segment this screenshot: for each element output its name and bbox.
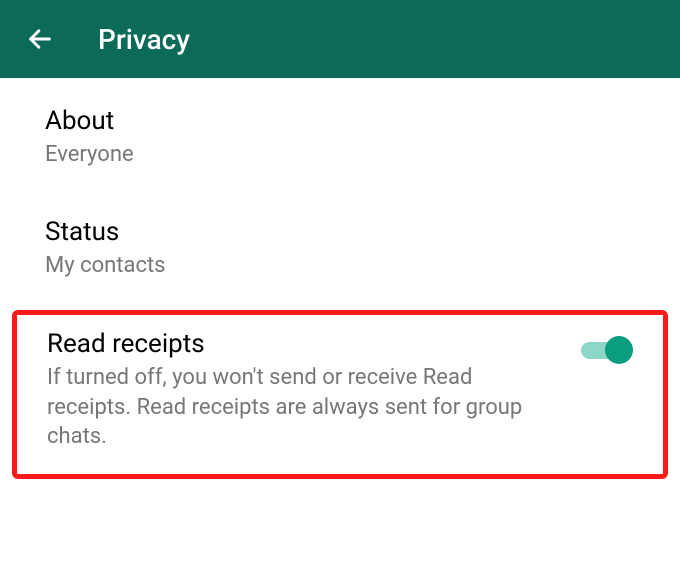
setting-about-title: About: [45, 106, 635, 136]
read-receipts-title: Read receipts: [47, 329, 561, 359]
setting-read-receipts[interactable]: Read receipts If turned off, you won't s…: [47, 329, 633, 452]
settings-list: About Everyone Status My contacts Read r…: [0, 78, 680, 479]
setting-about-value: Everyone: [45, 142, 635, 167]
app-header: Privacy: [0, 0, 680, 78]
read-receipts-description: If turned off, you won't send or receive…: [47, 363, 561, 452]
setting-status-title: Status: [45, 217, 635, 247]
setting-status-value: My contacts: [45, 253, 635, 278]
toggle-thumb: [605, 336, 633, 364]
page-title: Privacy: [98, 23, 190, 56]
back-arrow-icon[interactable]: [20, 19, 60, 59]
setting-status[interactable]: Status My contacts: [0, 189, 680, 300]
read-receipts-text: Read receipts If turned off, you won't s…: [47, 329, 581, 452]
setting-about[interactable]: About Everyone: [0, 78, 680, 189]
read-receipts-toggle[interactable]: [581, 335, 633, 365]
highlight-annotation: Read receipts If turned off, you won't s…: [12, 310, 668, 479]
